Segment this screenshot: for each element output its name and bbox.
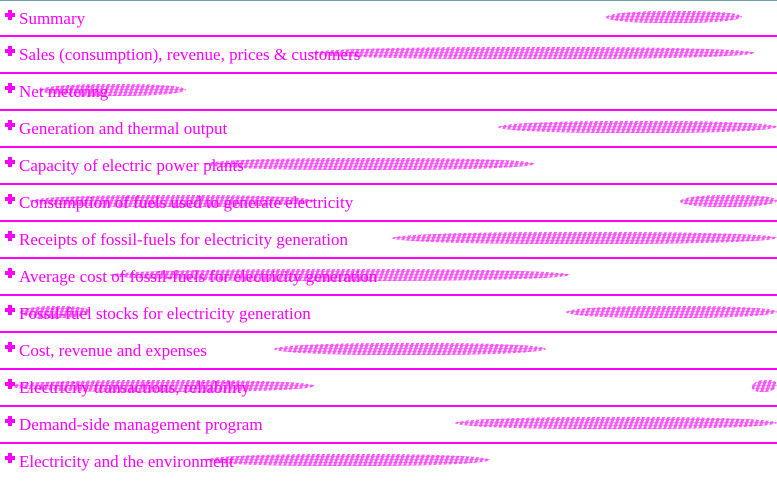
section-label[interactable]: Generation and thermal output (19, 119, 227, 139)
decorative-streak (37, 84, 189, 96)
plus-icon[interactable] (5, 305, 15, 315)
decorative-streak (563, 306, 777, 318)
plus-icon[interactable] (5, 157, 15, 167)
section-net-metering[interactable]: Net metering (0, 74, 777, 111)
decorative-streak (27, 195, 318, 207)
section-summary[interactable]: Summary (0, 0, 777, 37)
decorative-streak (271, 343, 549, 355)
section-sales-consumption[interactable]: Sales (consumption), revenue, prices & c… (0, 37, 777, 74)
plus-icon[interactable] (5, 416, 15, 426)
section-label[interactable]: Cost, revenue and expenses (19, 341, 207, 361)
section-label[interactable]: Capacity of electric power plants (19, 156, 244, 176)
plus-icon[interactable] (5, 453, 15, 463)
plus-icon[interactable] (5, 83, 15, 93)
plus-icon[interactable] (5, 231, 15, 241)
section-label[interactable]: Demand-side management program (19, 415, 263, 435)
decorative-streak (7, 380, 318, 392)
section-label[interactable]: Summary (19, 9, 85, 29)
decorative-streak (307, 47, 758, 59)
decorative-streak (202, 454, 493, 466)
decorative-streak (677, 195, 777, 207)
decorative-streak (452, 417, 777, 429)
section-receipts[interactable]: Receipts of fossil-fuels for electricity… (0, 222, 777, 259)
section-consumption-fuels[interactable]: Consumption of fuels used to generate el… (0, 185, 777, 222)
plus-icon[interactable] (5, 120, 15, 130)
section-label[interactable]: Sales (consumption), revenue, prices & c… (19, 45, 360, 65)
decorative-streak (495, 121, 777, 133)
section-accordion: Summary Sales (consumption), revenue, pr… (0, 0, 777, 481)
plus-icon[interactable] (5, 194, 15, 204)
plus-icon[interactable] (5, 10, 15, 20)
plus-icon[interactable] (5, 342, 15, 352)
section-average-cost[interactable]: Average cost of fossil-fuels for electri… (0, 259, 777, 296)
decorative-streak (749, 380, 777, 392)
section-environment[interactable]: Electricity and the environment (0, 444, 777, 481)
decorative-streak (202, 158, 538, 170)
decorative-streak (603, 11, 745, 23)
section-cost-revenue[interactable]: Cost, revenue and expenses (0, 333, 777, 370)
section-demand-side[interactable]: Demand-side management program (0, 407, 777, 444)
plus-icon[interactable] (5, 268, 15, 278)
section-generation[interactable]: Generation and thermal output (0, 111, 777, 148)
section-electricity-transactions[interactable]: Electricity transactions, reliability (0, 370, 777, 407)
plus-icon[interactable] (5, 46, 15, 56)
section-label[interactable]: Electricity and the environment (19, 452, 234, 472)
section-capacity[interactable]: Capacity of electric power plants (0, 148, 777, 185)
section-label[interactable]: Receipts of fossil-fuels for electricity… (19, 230, 348, 250)
decorative-streak (107, 269, 573, 281)
decorative-streak (389, 232, 777, 244)
section-fossil-fuel-stocks[interactable]: Fossil-fuel stocks for electricity gener… (0, 296, 777, 333)
